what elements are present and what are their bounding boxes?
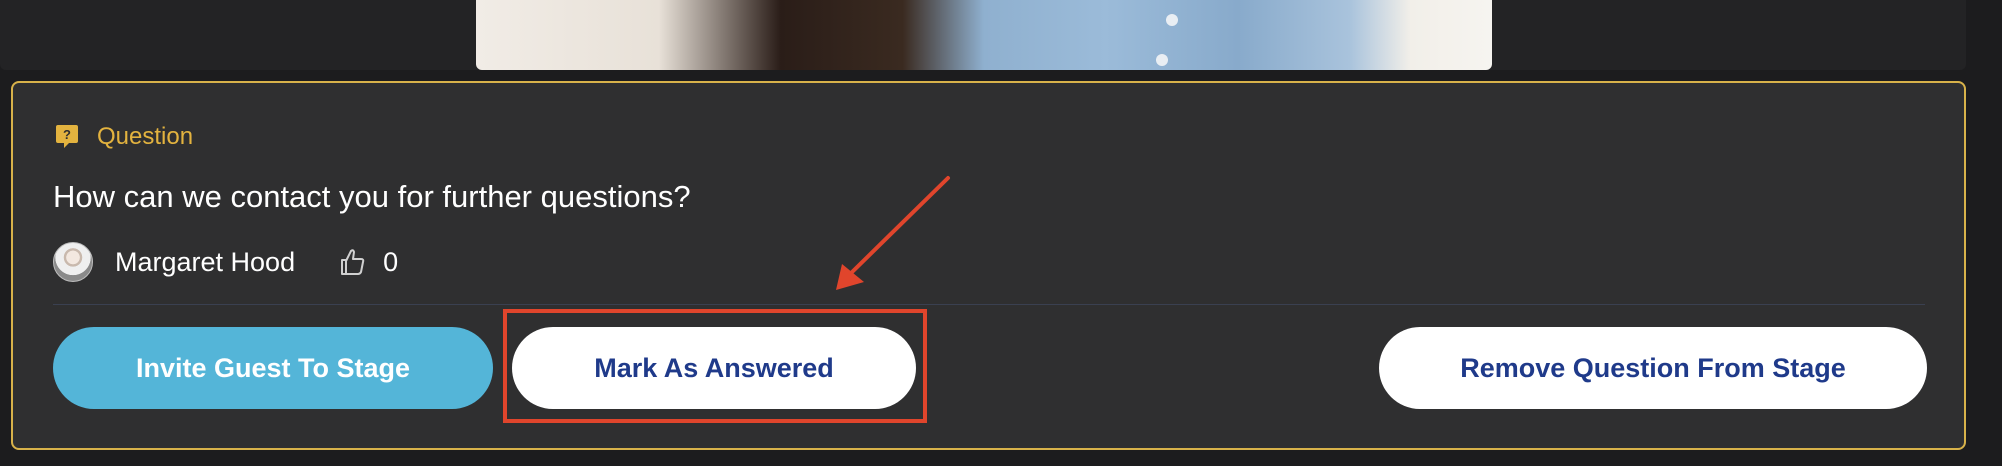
video-panel [0,0,1966,70]
question-label: Question [97,123,194,150]
author-name: Margaret Hood [115,246,296,277]
annotation-arrow-icon [836,176,950,290]
question-card: ? Question How can we contact you for fu… [11,81,1966,450]
like-count: 0 [383,246,399,277]
shirt-button [1156,54,1168,66]
remove-question-button[interactable]: Remove Question From Stage [1379,327,1927,409]
divider [53,304,1925,305]
invite-guest-button[interactable]: Invite Guest To Stage [53,327,493,409]
question-header: ? Question [55,123,193,151]
shirt-button [1166,14,1178,26]
question-bubble-icon: ? [55,124,79,150]
author-row: Margaret Hood 0 [53,241,398,283]
thumbs-up-icon[interactable] [339,248,365,276]
svg-text:?: ? [63,127,71,142]
speaker-video [476,0,1492,70]
avatar [53,242,93,282]
question-text: How can we contact you for further quest… [53,179,691,214]
mark-as-answered-button[interactable]: Mark As Answered [512,327,916,409]
